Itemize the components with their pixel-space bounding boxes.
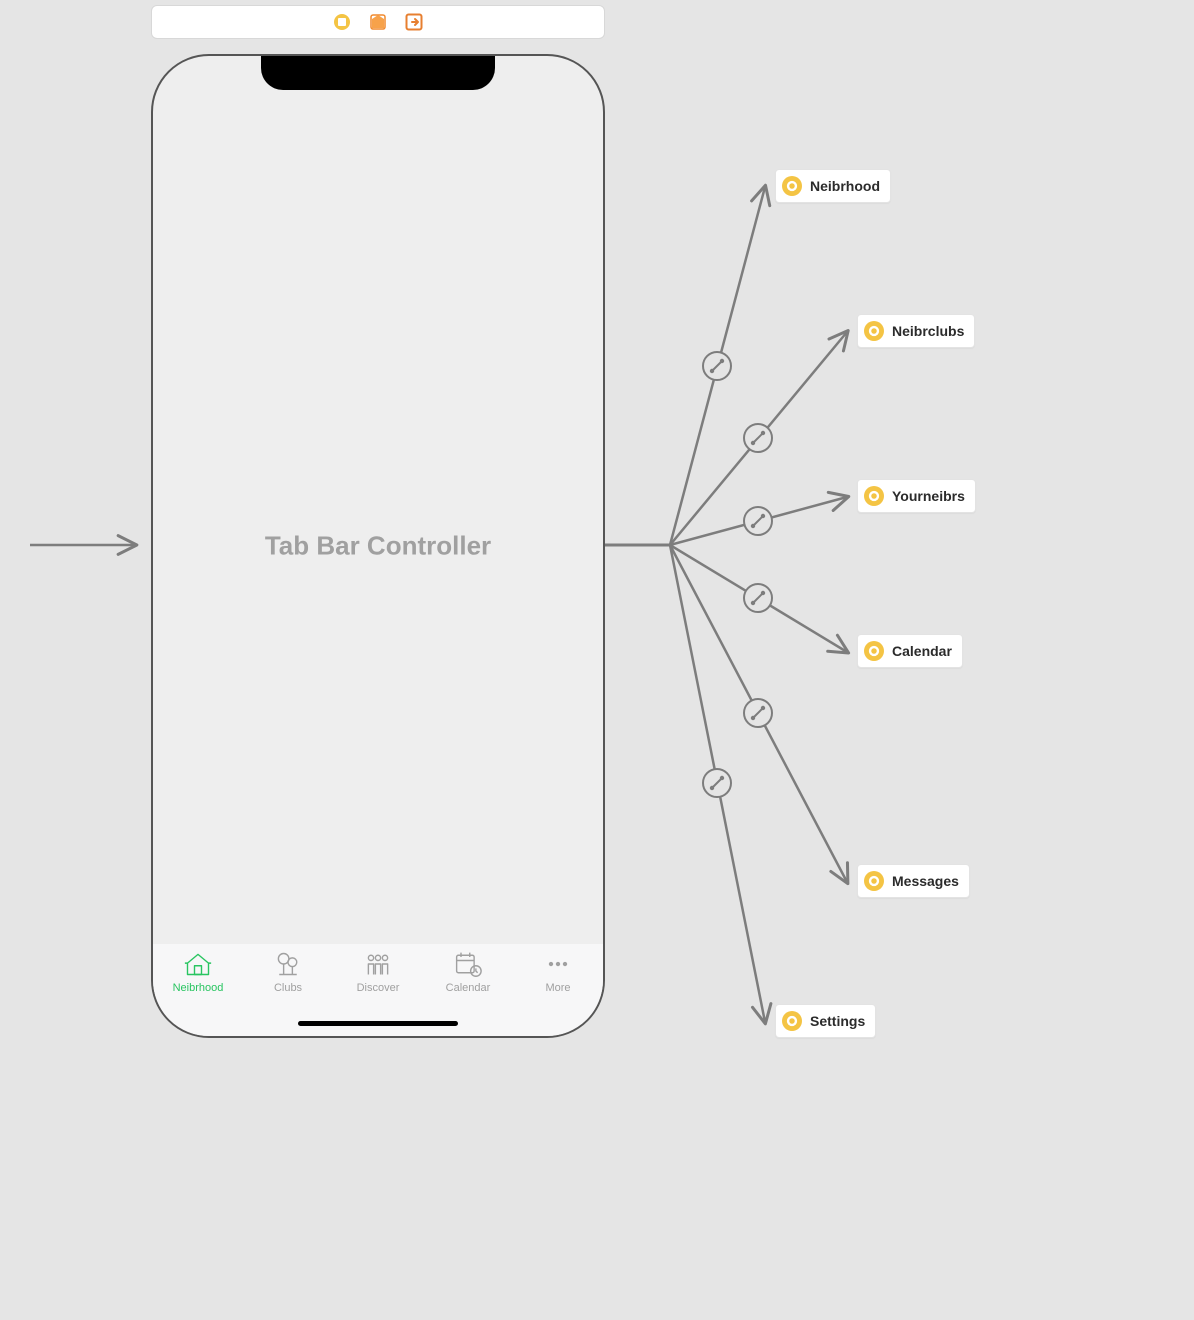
vc-label: Calendar (892, 643, 952, 659)
vc-neibrclubs[interactable]: Neibrclubs (857, 314, 975, 348)
tab-discover[interactable]: Discover (333, 950, 423, 994)
vc-label: Neibrclubs (892, 323, 964, 339)
iphone-frame: Tab Bar Controller Neibrhood Clubs (151, 54, 605, 1038)
storyboard-exit-icon[interactable] (405, 13, 423, 31)
vc-messages[interactable]: Messages (857, 864, 970, 898)
clubs-icon (274, 950, 302, 978)
scene-title: Tab Bar Controller (265, 531, 491, 562)
iphone-notch (261, 56, 495, 90)
discover-icon (364, 950, 392, 978)
more-icon (544, 950, 572, 978)
vc-settings[interactable]: Settings (775, 1004, 876, 1038)
viewcontroller-icon (864, 321, 884, 341)
tab-label: Discover (357, 982, 400, 994)
vc-label: Yourneibrs (892, 488, 965, 504)
tab-clubs[interactable]: Clubs (243, 950, 333, 994)
viewcontroller-icon (864, 871, 884, 891)
home-icon (184, 950, 212, 978)
vc-yourneibrs[interactable]: Yourneibrs (857, 479, 976, 513)
vc-label: Messages (892, 873, 959, 889)
home-indicator (298, 1021, 458, 1026)
viewcontroller-icon (864, 486, 884, 506)
tab-more[interactable]: More (513, 950, 603, 994)
vc-label: Neibrhood (810, 178, 880, 194)
storyboard-firstresponder-icon[interactable] (369, 13, 387, 31)
viewcontroller-icon (864, 641, 884, 661)
vc-label: Settings (810, 1013, 865, 1029)
tab-label: More (545, 982, 570, 994)
viewcontroller-icon (782, 1011, 802, 1031)
vc-neibrhood[interactable]: Neibrhood (775, 169, 891, 203)
tab-calendar[interactable]: Calendar (423, 950, 513, 994)
calendar-icon (454, 950, 482, 978)
tab-neibrhood[interactable]: Neibrhood (153, 950, 243, 994)
vc-calendar[interactable]: Calendar (857, 634, 963, 668)
scene-toolbar (151, 5, 605, 39)
storyboard-tabbar-icon[interactable] (333, 13, 351, 31)
tab-label: Calendar (446, 982, 491, 994)
viewcontroller-icon (782, 176, 802, 196)
tab-label: Clubs (274, 982, 302, 994)
tab-label: Neibrhood (173, 982, 224, 994)
